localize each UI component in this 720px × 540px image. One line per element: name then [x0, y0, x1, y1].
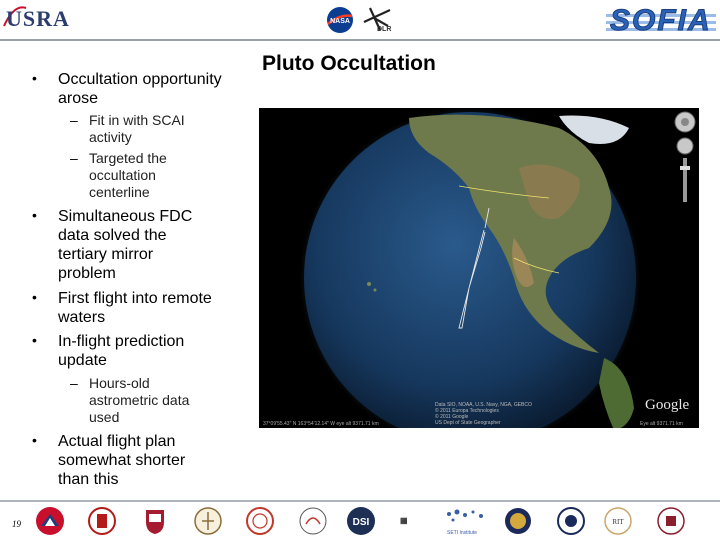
footer-divider — [0, 500, 720, 502]
sub-bullet-dash: – — [70, 112, 78, 128]
bullet-text: In-flight prediction update — [58, 333, 185, 369]
sub-bullet-text: Targeted the occultation centerline — [89, 150, 167, 200]
sofia-logo: SOFIA — [610, 4, 712, 38]
earth-globe-icon — [298, 108, 696, 428]
sub-bullet-dash: – — [70, 375, 78, 391]
university-seal-7-icon — [557, 507, 585, 535]
seti-logo-text: SETI Institute — [447, 530, 478, 536]
usra-logo: USRA — [6, 6, 70, 31]
logo-label: ▦ — [400, 516, 408, 525]
bullet-text: Simultaneous FDC data solved the tertiar… — [58, 208, 193, 282]
bullet-dot: • — [32, 332, 37, 348]
header-divider — [0, 39, 720, 41]
university-seal-5-icon — [299, 507, 327, 535]
university-seal-4-icon — [246, 507, 274, 535]
dsi-logo-text: DSI — [353, 517, 370, 528]
dlr-logo-text: DLR — [377, 26, 392, 33]
university-shield-icon — [146, 510, 164, 534]
seti-logo-icon — [447, 509, 483, 522]
dsi-logo-icon: DSI — [347, 507, 375, 535]
university-seal-2-icon — [88, 507, 116, 535]
sub-bullet-text: Hours-old astrometric data used — [89, 375, 190, 425]
bullet-text: Occultation opportunity arose — [58, 71, 222, 107]
university-seal-3-icon — [194, 507, 222, 535]
rit-logo-text: RIT — [612, 518, 624, 526]
nasa-logo-text: NASA — [330, 18, 350, 25]
nasa-logo-icon: NASA — [327, 7, 353, 33]
university-seal-1-icon — [36, 507, 64, 535]
bullet-dot: • — [32, 432, 37, 448]
globe-coordinates: 37°09'55.43" N 163°54'12.14" W eye alt 9… — [263, 421, 379, 427]
rit-logo-icon: RIT — [604, 507, 632, 535]
slide-title: Pluto Occultation — [262, 52, 436, 75]
bullet-text: Actual flight plan somewhat shorter than… — [58, 433, 186, 488]
bullet-dot: • — [32, 70, 37, 86]
university-seal-8-icon — [657, 507, 685, 535]
globe-watermark: Google — [645, 397, 690, 413]
page-number: 19 — [12, 519, 21, 529]
sub-bullet-text: Fit in with SCAI activity — [89, 112, 185, 145]
globe-eye-altitude: Eye alt 9371.71 km — [640, 421, 683, 427]
bullet-dot: • — [32, 207, 37, 223]
globe-attribution: Data SIO, NOAA, U.S. Navy, NGA, GEBCO © … — [435, 402, 532, 426]
university-seal-6-icon — [505, 508, 531, 534]
sub-bullet-dash: – — [70, 150, 78, 166]
globe-image — [259, 108, 699, 428]
bullet-text: First flight into remote waters — [58, 290, 212, 326]
bullet-dot: • — [32, 289, 37, 305]
